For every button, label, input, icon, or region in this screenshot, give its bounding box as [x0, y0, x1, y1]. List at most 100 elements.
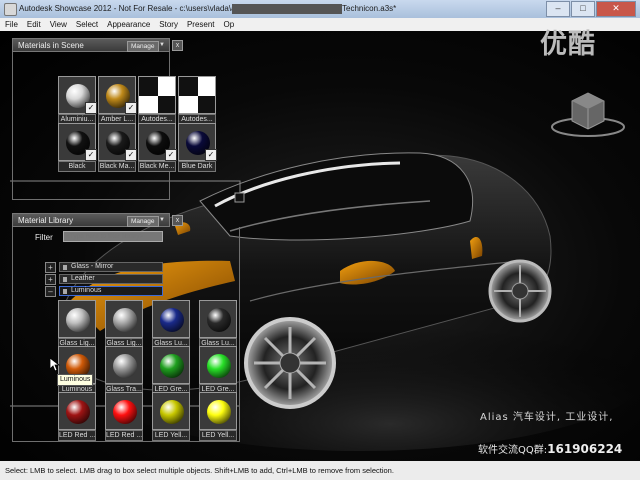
category-row-glass-mirror[interactable]: + Glass - Mirror — [45, 262, 170, 273]
checkbox-icon[interactable]: ✓ — [125, 149, 137, 161]
material-preview — [105, 346, 143, 384]
checkbox-icon[interactable]: ✓ — [165, 149, 177, 161]
filter-label: Filter — [35, 233, 53, 242]
material-library-title: Material Library — [18, 216, 74, 225]
material-preview — [199, 392, 237, 430]
checkbox-icon[interactable]: ✓ — [85, 102, 97, 114]
lock-icon — [63, 265, 67, 270]
swatch-label: Black Ma... — [98, 161, 136, 172]
title-bar: Autodesk Showcase 2012 - Not For Resale … — [0, 0, 640, 18]
library-swatch[interactable]: LED Red ... — [105, 392, 143, 442]
library-swatch[interactable]: LED Gre... — [199, 346, 237, 396]
watermark-logo: 优酷 — [540, 29, 596, 60]
materials-in-scene-title: Materials in Scene — [18, 41, 84, 50]
material-preview — [58, 300, 96, 338]
scene-manage-button[interactable]: Manage — [127, 41, 159, 52]
lock-icon — [63, 289, 67, 294]
library-swatch[interactable]: Luminous — [58, 346, 96, 396]
expand-icon[interactable]: + — [45, 262, 56, 273]
library-swatch[interactable]: LED Gre... — [152, 346, 190, 396]
window-controls: – □ ✕ — [546, 1, 636, 17]
swatch-label: LED Yell... — [152, 430, 190, 441]
material-preview — [58, 392, 96, 430]
watermark-qq-number: 161906224 — [547, 442, 623, 456]
category-row-leather[interactable]: + Leather — [45, 274, 170, 285]
status-bar: Select: LMB to select. LMB drag to box s… — [0, 461, 640, 480]
material-preview — [138, 76, 176, 114]
collapse-icon[interactable]: – — [45, 286, 56, 297]
library-swatch[interactable]: Glass Lig... — [105, 300, 143, 350]
lock-icon — [63, 277, 67, 282]
watermark-qq-label: 软件交流QQ群: — [478, 445, 548, 456]
menu-present[interactable]: Present — [182, 20, 219, 29]
category-label: Luminous — [71, 287, 102, 294]
category-bar[interactable]: Glass - Mirror — [59, 262, 163, 272]
menu-select[interactable]: Select — [71, 20, 102, 29]
material-preview — [105, 300, 143, 338]
material-preview — [152, 392, 190, 430]
window-title-tail: Technicon.a3s* — [342, 4, 397, 13]
app-icon[interactable] — [4, 3, 17, 16]
maximize-button[interactable]: □ — [571, 1, 595, 17]
library-swatch[interactable]: Glass Lu... — [152, 300, 190, 350]
menu-file[interactable]: File — [0, 20, 22, 29]
close-button[interactable]: ✕ — [596, 1, 636, 17]
scene-swatch[interactable]: ✓ Black — [58, 123, 97, 173]
category-bar[interactable]: Luminous — [59, 286, 163, 296]
library-manage-button[interactable]: Manage — [127, 216, 159, 227]
title-redaction — [232, 4, 342, 14]
category-bar[interactable]: Leather — [59, 274, 163, 284]
window-title: Autodesk Showcase 2012 - Not For Resale … — [19, 4, 240, 13]
watermark-line-1: Alias 汽车设计, 工业设计, — [480, 412, 614, 423]
expand-icon[interactable]: + — [45, 274, 56, 285]
scene-swatch[interactable]: ✓ Aluminiu... — [58, 76, 97, 126]
library-swatch[interactable]: LED Red ... — [58, 392, 96, 442]
library-swatch[interactable]: LED Yell... — [152, 392, 190, 442]
swatch-label: LED Red ... — [58, 430, 96, 441]
library-swatch[interactable]: Glass Lu... — [199, 300, 237, 350]
scene-swatch[interactable]: ✓ Amber L... — [98, 76, 137, 126]
swatch-label: Black — [58, 161, 96, 172]
material-preview — [178, 76, 216, 114]
scene-swatch[interactable]: ✓ Black Ma... — [98, 123, 137, 173]
chevron-down-icon[interactable]: ▼ — [159, 42, 165, 48]
swatch-label: Blue Dark — [178, 161, 216, 172]
materials-in-scene-header[interactable]: Materials in Scene Manage ▼ x — [12, 38, 183, 52]
menu-appearance[interactable]: Appearance — [102, 20, 154, 29]
scene-panel-close-button[interactable]: x — [172, 40, 183, 51]
chevron-down-icon[interactable]: ▼ — [159, 217, 165, 223]
mouse-cursor-icon — [50, 358, 60, 372]
checkbox-icon[interactable]: ✓ — [125, 102, 137, 114]
navigation-cube-icon[interactable] — [548, 89, 628, 139]
library-swatch[interactable]: LED Yell... — [199, 392, 237, 442]
material-preview — [152, 346, 190, 384]
watermark-line-2: 软件交流QQ群:161906224 — [478, 441, 622, 456]
category-label: Glass - Mirror — [71, 263, 114, 270]
scene-swatch[interactable]: Autodes... — [178, 76, 216, 126]
category-row-luminous[interactable]: – Luminous — [45, 286, 170, 297]
library-swatch[interactable]: Glass Tra... — [105, 346, 143, 396]
filter-input[interactable] — [63, 231, 163, 242]
scene-swatch[interactable]: Autodes... — [138, 76, 176, 126]
scene-swatch[interactable]: ✓ Black Me... — [138, 123, 177, 173]
checkbox-icon[interactable]: ✓ — [205, 149, 217, 161]
scene-swatch[interactable]: ✓ Blue Dark — [178, 123, 217, 173]
menu-story[interactable]: Story — [154, 20, 182, 29]
swatch-label: Black Me... — [138, 161, 176, 172]
material-library-header[interactable]: Material Library Manage ▼ x — [12, 213, 183, 227]
material-preview — [199, 346, 237, 384]
library-panel-close-button[interactable]: x — [172, 215, 183, 226]
library-swatch[interactable]: Glass Lig... — [58, 300, 96, 350]
menu-edit[interactable]: Edit — [22, 20, 45, 29]
category-label: Leather — [71, 275, 95, 282]
menu-view[interactable]: View — [45, 20, 71, 29]
menu-options[interactable]: Op — [219, 20, 239, 29]
material-preview — [152, 300, 190, 338]
checkbox-icon[interactable]: ✓ — [85, 149, 97, 161]
swatch-label: LED Yell... — [199, 430, 237, 441]
minimize-button[interactable]: – — [546, 1, 570, 17]
material-preview — [105, 392, 143, 430]
material-preview — [199, 300, 237, 338]
swatch-label: LED Red ... — [105, 430, 143, 441]
swatch-tooltip: Luminous — [57, 374, 94, 386]
